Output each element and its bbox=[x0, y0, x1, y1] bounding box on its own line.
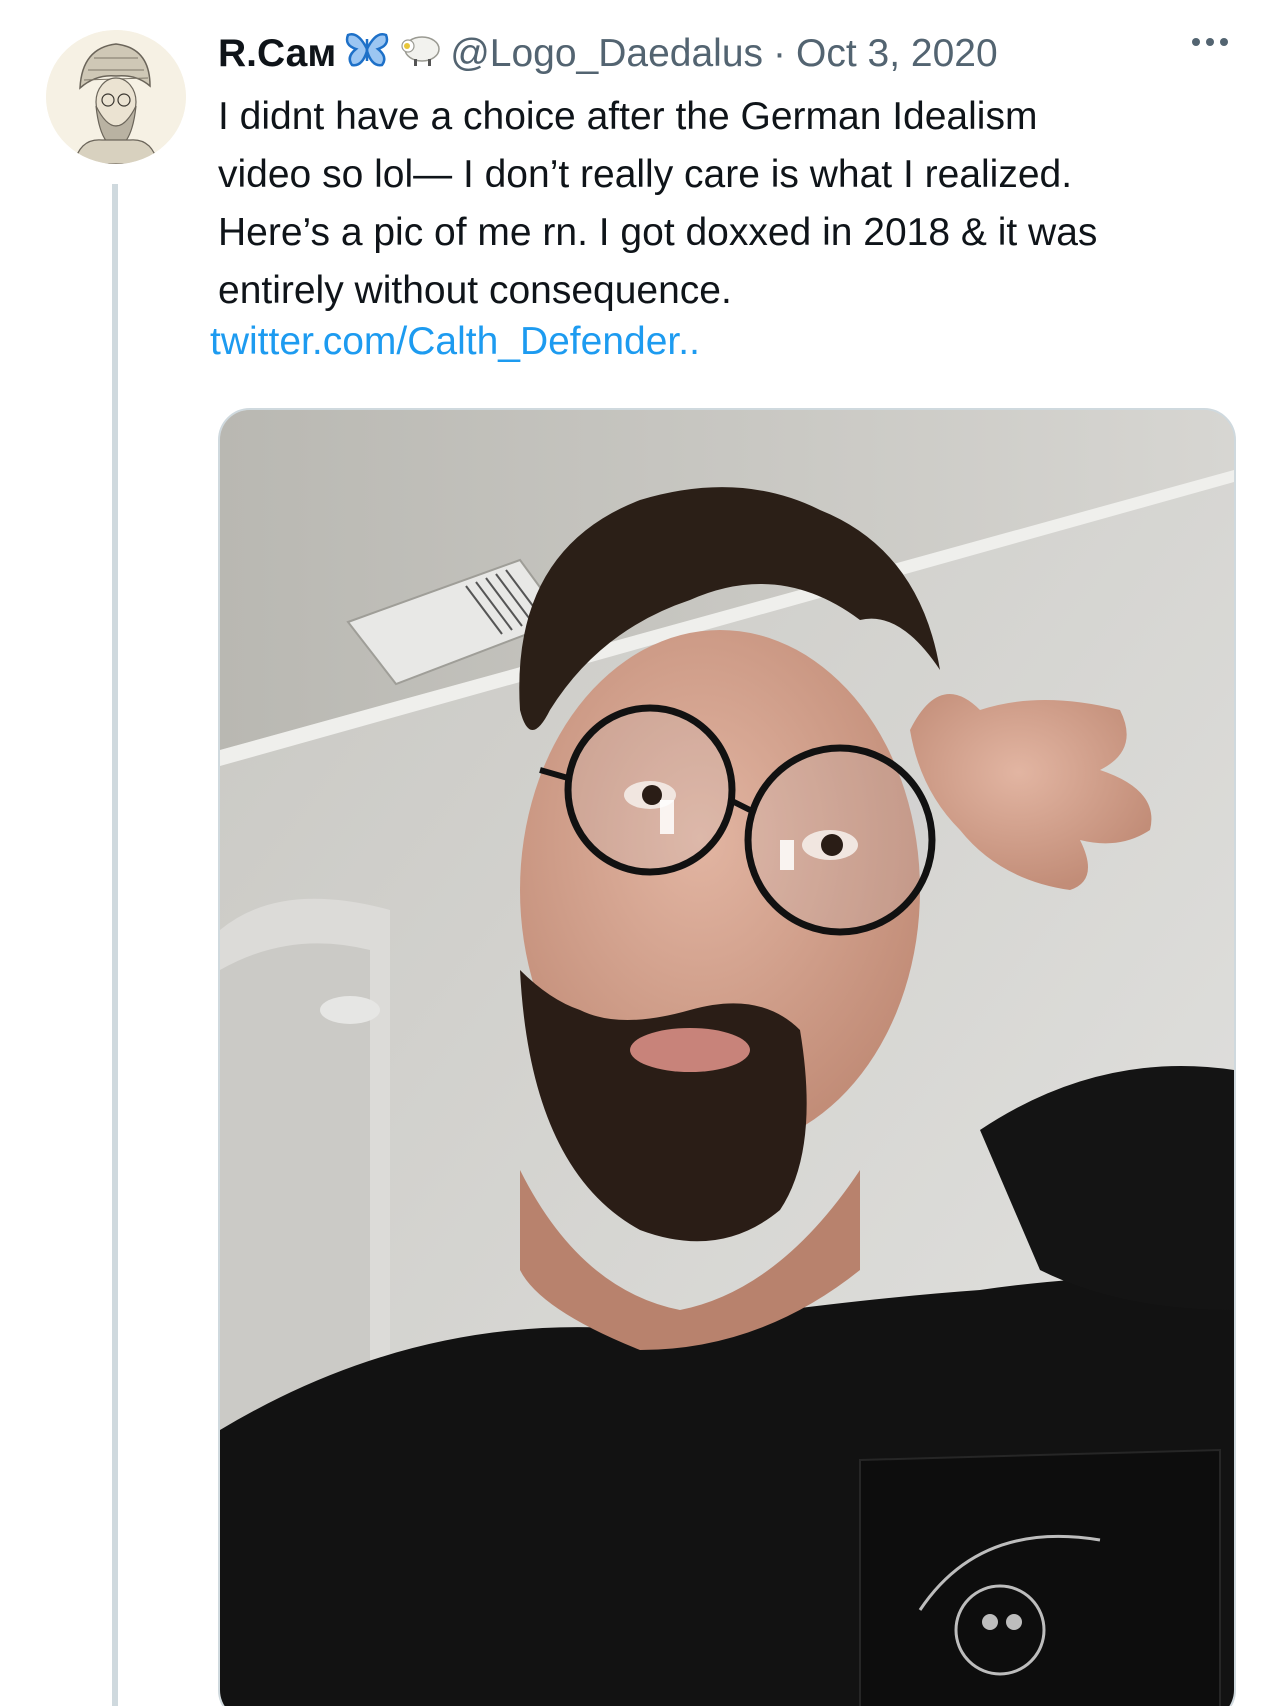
more-options-icon[interactable] bbox=[1192, 38, 1228, 46]
tweet-text-line: entirely without consequence. bbox=[218, 269, 732, 312]
tweet-date[interactable]: Oct 3, 2020 bbox=[796, 32, 998, 76]
tweet-text: I didnt have a choice after the German I… bbox=[218, 88, 1228, 320]
butterfly-icon bbox=[344, 29, 390, 79]
selfie-photo bbox=[220, 410, 1234, 1706]
thread-line bbox=[112, 184, 118, 1706]
avatar-sketch-icon bbox=[46, 30, 186, 164]
tweet: R.Сам @Logo_Daedalus · Oct 3, 2020 I did… bbox=[0, 0, 1284, 1706]
tweet-text-line: Here’s a pic of me rn. I got doxxed in 2… bbox=[218, 211, 1098, 254]
user-handle[interactable]: @Logo_Daedalus bbox=[450, 32, 763, 76]
tweet-text-line: video so lol— I don’t really care is wha… bbox=[218, 153, 1073, 196]
tweet-photo[interactable] bbox=[218, 408, 1236, 1706]
tweet-link[interactable]: twitter.com/Calth_Defender.. bbox=[210, 320, 700, 364]
separator-dot: · bbox=[773, 32, 787, 75]
display-name[interactable]: R.Сам bbox=[218, 32, 336, 76]
avatar[interactable] bbox=[46, 30, 186, 164]
tweet-text-line: I didnt have a choice after the German I… bbox=[218, 95, 1038, 138]
sheep-icon bbox=[398, 29, 442, 79]
tweet-header: R.Сам @Logo_Daedalus · Oct 3, 2020 bbox=[218, 28, 998, 80]
